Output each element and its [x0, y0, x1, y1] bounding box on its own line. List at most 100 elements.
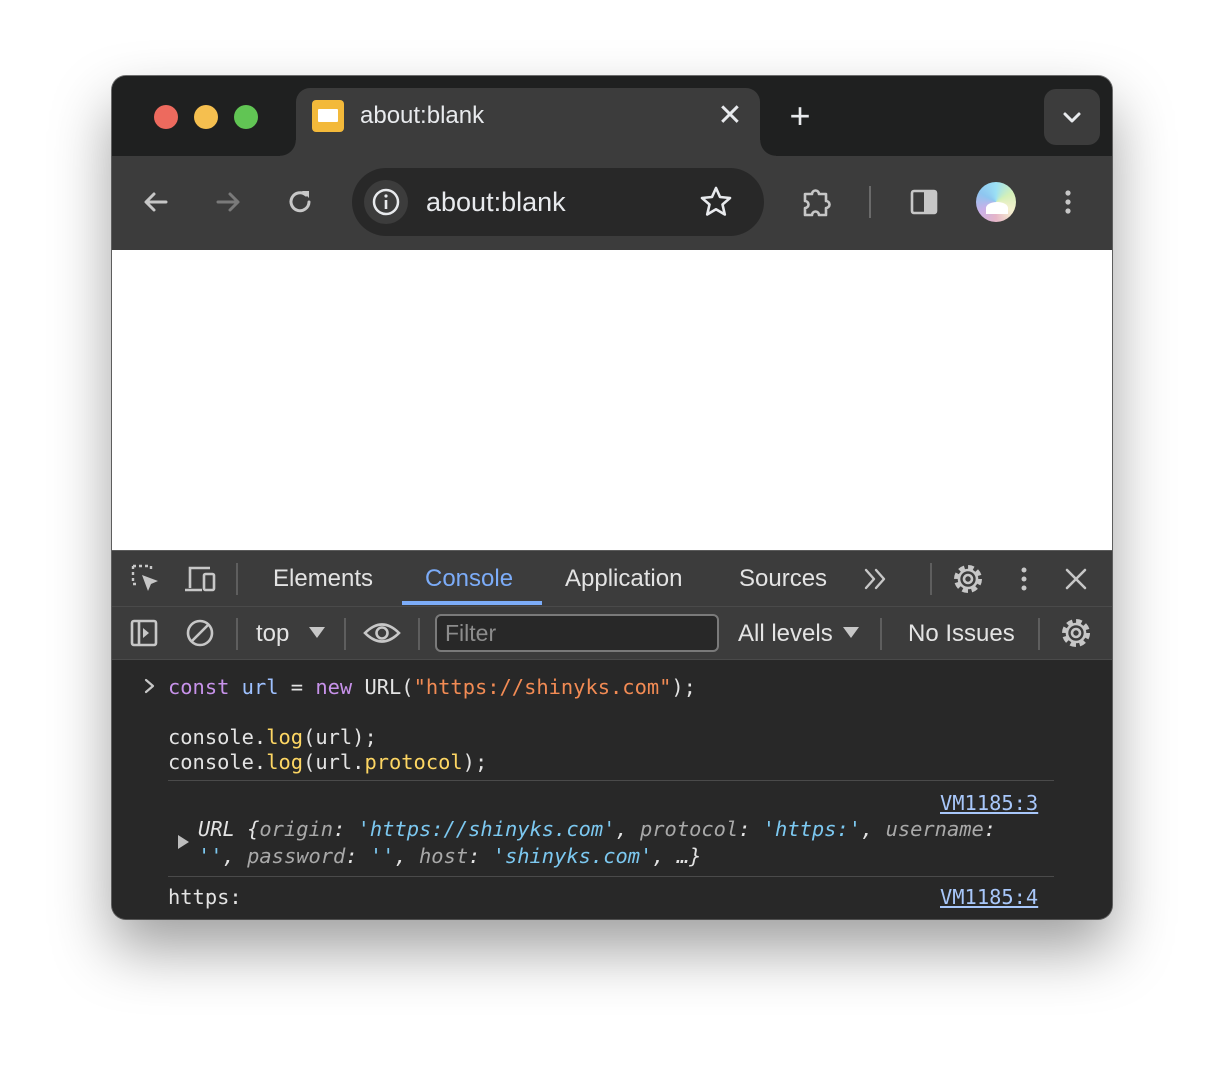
- code-token: url: [241, 675, 279, 699]
- dropdown-triangle-icon: [843, 627, 859, 638]
- inspect-element-button[interactable]: [126, 559, 166, 599]
- code-token: console.: [168, 725, 267, 749]
- code-token: const: [168, 675, 230, 699]
- code-token: new: [315, 675, 353, 699]
- chevron-down-icon: [1063, 112, 1081, 123]
- message-separator: [168, 876, 1054, 877]
- object-key: origin: [259, 817, 334, 841]
- console-input-line: const url = new URL("https://shinyks.com…: [168, 674, 696, 700]
- gear-icon: [1062, 619, 1090, 647]
- context-selector[interactable]: top: [250, 607, 330, 661]
- tab-close-icon[interactable]: ✕: [714, 100, 746, 132]
- arrow-left-icon: [144, 192, 168, 212]
- dropdown-triangle-icon: [309, 627, 325, 638]
- gear-icon: [954, 565, 982, 593]
- console-input-line: console.log(url.protocol);: [168, 749, 487, 775]
- close-icon: [1065, 568, 1087, 590]
- object-value: '': [369, 844, 395, 868]
- expand-triangle-icon[interactable]: [178, 835, 189, 849]
- code-token: {: [247, 817, 260, 841]
- object-key: password: [247, 844, 346, 868]
- puzzle-icon: [803, 189, 831, 217]
- close-window-button[interactable]: [154, 105, 178, 129]
- tab-title: about:blank: [360, 102, 485, 129]
- toolbar-separator: [1038, 618, 1040, 650]
- code-token: "https://shinyks.com": [413, 675, 672, 699]
- code-token: URL(: [352, 675, 414, 699]
- reload-button[interactable]: [280, 180, 320, 224]
- tab-application[interactable]: Application: [565, 551, 682, 607]
- show-sidebar-button[interactable]: [126, 615, 162, 651]
- device-toggle-icon: [185, 566, 216, 592]
- devtools-menu-button[interactable]: [1004, 559, 1044, 599]
- tab-sources[interactable]: Sources: [739, 551, 827, 607]
- code-token: protocol: [364, 750, 463, 774]
- tab-elements[interactable]: Elements: [273, 551, 373, 607]
- object-class: URL: [198, 817, 248, 841]
- object-key: protocol: [640, 817, 739, 841]
- prompt-chevron-icon: [144, 678, 155, 694]
- address-url: about:blank: [426, 187, 566, 217]
- source-link[interactable]: VM1185:4: [940, 884, 1038, 910]
- info-icon: [372, 188, 400, 216]
- site-info-button[interactable]: [364, 180, 408, 224]
- object-value: 'https:': [762, 817, 861, 841]
- devtools-separator: [236, 563, 238, 595]
- kebab-menu-icon: [1021, 567, 1027, 591]
- extensions-button[interactable]: [798, 180, 838, 224]
- star-icon: [700, 186, 732, 216]
- inspect-cursor-icon: [131, 564, 158, 591]
- block-icon: [186, 619, 214, 647]
- code-token: log: [266, 750, 304, 774]
- source-link[interactable]: VM1185:3: [940, 790, 1038, 816]
- zoom-window-button[interactable]: [234, 105, 258, 129]
- tab-console[interactable]: Console: [425, 551, 513, 607]
- minimize-window-button[interactable]: [194, 105, 218, 129]
- devtools-tab-bar: Elements Console Application Sources: [112, 550, 1112, 606]
- code-token: (url);: [303, 725, 377, 749]
- more-tabs-button[interactable]: [858, 561, 894, 597]
- code-token: console.: [168, 750, 267, 774]
- object-value: '': [198, 844, 223, 868]
- filter-input[interactable]: [437, 616, 717, 650]
- issues-button[interactable]: No Issues: [908, 607, 1015, 661]
- code-token: );: [462, 750, 488, 774]
- toolbar-separator: [344, 618, 346, 650]
- address-bar[interactable]: about:blank: [352, 168, 764, 236]
- clear-console-button[interactable]: [182, 615, 218, 651]
- log-levels-dropdown[interactable]: All levels: [732, 607, 862, 661]
- bookmark-button[interactable]: [696, 182, 736, 222]
- side-panel-button[interactable]: [904, 180, 944, 224]
- object-key: host: [419, 844, 469, 868]
- double-chevron-right-icon: [864, 568, 886, 590]
- toolbar-separator: [236, 618, 238, 650]
- console-log-text: https:: [168, 885, 242, 909]
- page-content[interactable]: [112, 250, 1112, 550]
- console-filter[interactable]: [435, 614, 719, 652]
- tab-strip: about:blank ✕ +: [112, 76, 1112, 156]
- back-button[interactable]: [136, 180, 176, 224]
- object-value: 'https://shinyks.com': [357, 817, 616, 841]
- browser-menu-button[interactable]: [1048, 180, 1088, 224]
- console-log-object[interactable]: URL {origin: 'https://shinyks.com', prot…: [198, 816, 996, 842]
- code-token: log: [266, 725, 304, 749]
- code-token: =: [278, 675, 316, 699]
- console-input-line: console.log(url);: [168, 724, 377, 750]
- log-levels-label: All levels: [738, 620, 833, 647]
- profile-avatar[interactable]: [976, 182, 1016, 222]
- tab-about-blank[interactable]: about:blank ✕: [280, 88, 776, 156]
- console-output[interactable]: const url = new URL("https://shinyks.com…: [112, 660, 1112, 919]
- browser-window: about:blank ✕ + about:blank Elements Con…: [112, 76, 1112, 919]
- tab-search-button[interactable]: [1044, 89, 1100, 145]
- devtools-settings-button[interactable]: [948, 559, 988, 599]
- console-settings-button[interactable]: [1056, 615, 1096, 651]
- live-expression-button[interactable]: [360, 615, 404, 651]
- new-tab-button[interactable]: +: [784, 98, 816, 134]
- favicon-icon: [312, 100, 344, 132]
- code-token: (url.: [303, 750, 365, 774]
- forward-button[interactable]: [208, 180, 248, 224]
- device-toolbar-button[interactable]: [180, 559, 220, 599]
- toolbar-separator: [880, 618, 882, 650]
- close-devtools-button[interactable]: [1056, 559, 1096, 599]
- object-key: username: [885, 817, 984, 841]
